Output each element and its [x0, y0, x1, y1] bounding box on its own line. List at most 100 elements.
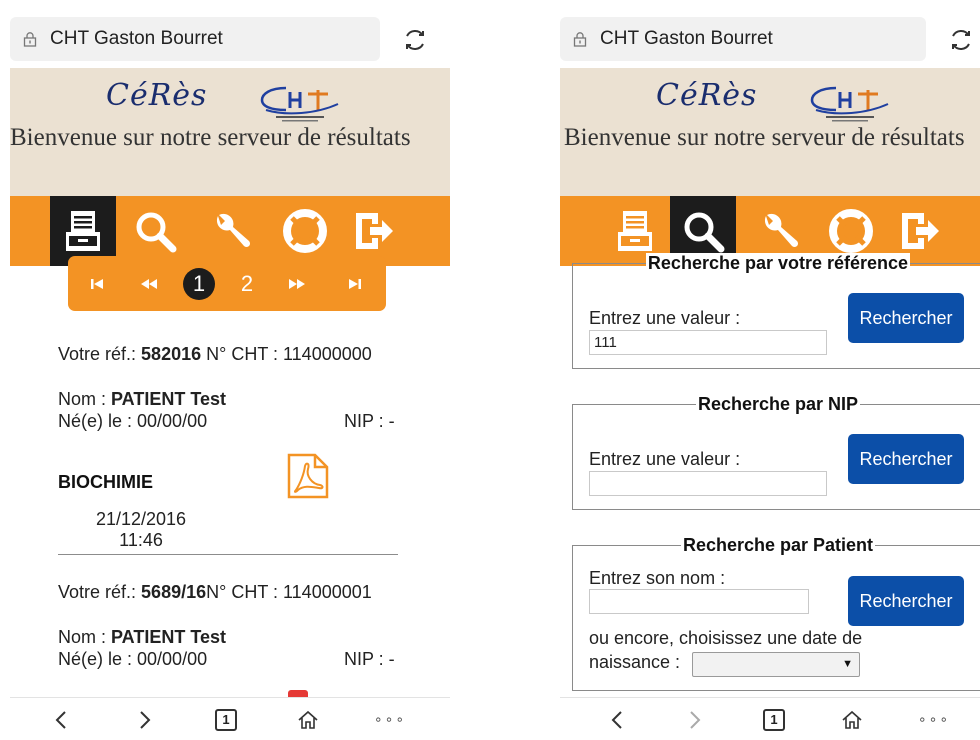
search-patient-button[interactable]: Rechercher: [848, 576, 964, 626]
search-icon: [136, 212, 177, 253]
url-bar[interactable]: CHT Gaston Bourret: [560, 17, 926, 61]
divider: [58, 554, 398, 555]
fieldset-legend: Recherche par Patient: [573, 535, 980, 556]
back-button[interactable]: [42, 698, 82, 740]
tab-count: 1: [763, 708, 785, 731]
site-title: CHT Gaston Bourret: [600, 28, 773, 49]
patient-name-line: Nom : PATIENT Test: [58, 627, 226, 648]
patient-name-line: Nom : PATIENT Test: [58, 389, 226, 410]
welcome-heading: Bienvenue sur notre serveur de résultats: [564, 124, 965, 151]
search-by-nip-title: Recherche par NIP: [695, 394, 861, 414]
result-reference-line: Votre réf.: 5689/16N° CHT : 114000001: [58, 582, 372, 603]
ceres-logo: CéRès: [106, 78, 208, 113]
dob-select[interactable]: ▼: [692, 652, 860, 677]
tabs-button[interactable]: 1: [754, 698, 794, 740]
search-by-reference-title: Recherche par votre référence: [645, 253, 911, 273]
pdf-icon[interactable]: [286, 452, 330, 500]
home-button[interactable]: [832, 698, 872, 740]
reload-icon[interactable]: [400, 25, 430, 55]
previous-page-button[interactable]: [134, 256, 164, 311]
back-button[interactable]: [598, 698, 638, 740]
search-by-patient-title: Recherche par Patient: [680, 535, 876, 555]
lifebuoy-icon: [283, 209, 327, 253]
chevron-left-icon: [55, 710, 66, 729]
more-icon: ∘∘∘: [917, 711, 951, 727]
chevron-right-icon: [140, 710, 151, 729]
search-by-reference: Recherche par votre référence Entrez une…: [572, 253, 980, 369]
ceres-logo: CéRès: [656, 78, 758, 113]
tab-count: 1: [215, 708, 237, 731]
search-icon: [684, 212, 725, 253]
more-menu-button[interactable]: ∘∘∘: [370, 698, 410, 740]
cht-logo: [810, 86, 889, 122]
last-page-button[interactable]: [340, 256, 370, 311]
file-box-icon: [618, 211, 652, 251]
chevron-left-icon: [611, 710, 622, 729]
more-menu-button[interactable]: ∘∘∘: [914, 698, 954, 740]
welcome-heading: Bienvenue sur notre serveur de résultats: [10, 124, 411, 151]
browser-toolbar: 1 ∘∘∘: [560, 697, 980, 740]
reload-icon[interactable]: [946, 25, 976, 55]
search-by-nip: Recherche par NIP Entrez une valeur : Re…: [572, 394, 980, 510]
forward-button[interactable]: [124, 698, 164, 740]
lock-icon: [573, 32, 587, 47]
rewind-icon: [141, 278, 157, 289]
result-reference-line: Votre réf.: 582016 N° CHT : 114000000: [58, 344, 372, 365]
lifebuoy-icon: [829, 209, 873, 253]
cht-number: N° CHT : 114000001: [206, 582, 372, 602]
patient-name: PATIENT Test: [111, 627, 227, 647]
patient-nip: NIP : -: [344, 649, 395, 669]
nip-label: Entrez une valeur :: [589, 449, 741, 469]
wrench-icon: [216, 213, 251, 248]
patient-dob: Né(e) le : 00/00/00: [58, 649, 208, 669]
fast-forward-icon: [289, 278, 305, 289]
dob-label-line-2: naissance :: [589, 652, 681, 672]
browser-toolbar: 1 ∘∘∘: [10, 697, 450, 740]
file-box-icon: [66, 211, 100, 251]
result-section-title: BIOCHIMIE: [58, 472, 154, 492]
logout-icon: [902, 213, 939, 249]
site-header: CéRès Bienvenue sur notre serveur de rés…: [10, 68, 450, 196]
phone-search-screen: CHT Gaston Bourret CéRès Bienvenue sur n…: [560, 0, 980, 740]
cht-number: N° CHT : 114000000: [201, 344, 372, 364]
result-date: 21/12/2016: [95, 509, 187, 529]
patient-nip: NIP : -: [344, 411, 395, 431]
search-reference-button[interactable]: Rechercher: [848, 293, 964, 343]
lock-icon: [23, 32, 37, 47]
home-icon: [298, 710, 318, 729]
chevron-right-icon: [690, 710, 701, 729]
name-label: Nom :: [58, 627, 112, 647]
first-page-button[interactable]: [82, 256, 112, 311]
first-page-icon: [91, 278, 103, 289]
cht-logo: [260, 86, 339, 122]
patient-dob: Né(e) le : 00/00/00: [58, 411, 208, 431]
last-page-icon: [349, 278, 361, 289]
tabs-button[interactable]: 1: [206, 698, 246, 740]
page-1-button[interactable]: 1: [183, 268, 215, 300]
more-icon: ∘∘∘: [373, 711, 407, 727]
patient-name-input[interactable]: [589, 589, 809, 614]
result-time: 11:46: [119, 530, 163, 550]
site-title: CHT Gaston Bourret: [50, 28, 223, 49]
reference-input[interactable]: [589, 330, 827, 355]
nip-input[interactable]: [589, 471, 827, 496]
home-button[interactable]: [288, 698, 328, 740]
pagination: 1 2: [68, 256, 386, 311]
dropdown-arrow-icon: ▼: [842, 658, 853, 670]
forward-button[interactable]: [674, 698, 714, 740]
ref-label: Votre réf.:: [58, 582, 142, 602]
next-page-button[interactable]: [282, 256, 312, 311]
page-2-button[interactable]: 2: [231, 268, 263, 300]
search-by-patient: Recherche par Patient Entrez son nom : R…: [572, 535, 980, 691]
phone-results-screen: CHT Gaston Bourret CéRès Bienvenue sur n…: [10, 0, 450, 740]
patient-name-label: Entrez son nom :: [589, 568, 726, 588]
wrench-icon: [764, 213, 799, 248]
search-nip-button[interactable]: Rechercher: [848, 434, 964, 484]
ref-value: 582016: [141, 344, 202, 364]
logout-icon: [356, 213, 393, 249]
patient-name: PATIENT Test: [111, 389, 227, 409]
url-bar[interactable]: CHT Gaston Bourret: [10, 17, 380, 61]
reference-label: Entrez une valeur :: [589, 308, 741, 328]
fieldset-legend: Recherche par votre référence: [573, 253, 980, 274]
fieldset-legend: Recherche par NIP: [573, 394, 980, 415]
